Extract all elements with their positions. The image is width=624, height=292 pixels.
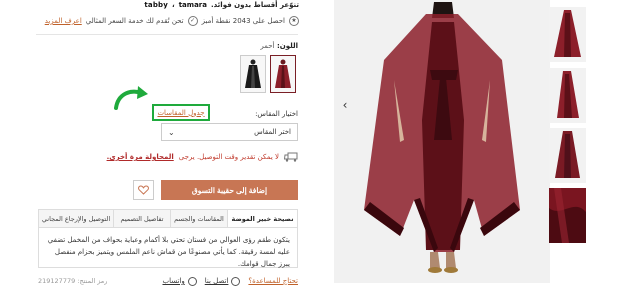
size-guide-link[interactable]: جدول المقاسات <box>152 104 210 121</box>
learn-more-link[interactable]: اعرف المزيد <box>45 17 82 25</box>
red-abaya-thumb-icon <box>275 59 291 88</box>
tab-delivery-returns[interactable]: التوصيل والإرجاع المجاني <box>39 210 113 227</box>
phone-icon <box>231 276 241 286</box>
arrow-pointer-icon <box>114 86 148 110</box>
abaya-photo-icon <box>334 0 550 283</box>
points-row: ★ احصل على 2043 نقطة أمبز ✓ تحن تُقدم لك… <box>25 15 299 27</box>
tamara-logo[interactable]: tamara <box>179 1 207 9</box>
delivery-message: لا يمكن تقدير وقت التوصيل. يرجى <box>178 153 279 161</box>
retry-link[interactable]: المحاولة مرة أخرى. <box>107 153 174 161</box>
color-swatch-black[interactable] <box>240 55 266 93</box>
black-abaya-thumb-icon <box>245 59 261 88</box>
points-text: احصل على 2043 نقطة أمبز <box>201 17 285 25</box>
best-price-icon: ✓ <box>187 16 198 26</box>
thumbnail-back[interactable] <box>549 128 586 183</box>
color-label: اللون: أحمر <box>260 42 298 50</box>
fabric-detail-thumb-icon <box>549 188 586 243</box>
thumbnail-front[interactable] <box>549 7 586 62</box>
truck-icon <box>284 152 298 162</box>
abaya-back-thumb-icon <box>555 131 580 178</box>
points-icon: ★ <box>289 16 299 26</box>
tab-design-details[interactable]: تفاصيل التصميم <box>113 210 170 227</box>
add-to-bag-button[interactable]: إضافة إلى حقيبة التسوق <box>161 180 298 200</box>
help-question: تحتاج للمساعدة؟ <box>248 277 298 285</box>
main-product-image[interactable] <box>334 0 550 283</box>
delivery-notice: لا يمكن تقدير وقت التوصيل. يرجى المحاولة… <box>107 152 298 162</box>
installments-headline: تنوّعر أقساط بدون فوائد. <box>210 1 299 9</box>
installments-row: تنوّعر أقساط بدون فوائد. tamara ، tabby <box>144 1 299 9</box>
whatsapp-link[interactable]: واتساب <box>162 276 197 286</box>
previous-image-arrow[interactable]: ‹ <box>339 97 351 113</box>
size-select-placeholder: اختر المقاس <box>254 128 291 136</box>
tab-expert-advice[interactable]: نصيحة خبير الموضة <box>227 210 297 227</box>
tab-description: يتكون طقم رؤى العوالي من فستان تحتي بلا … <box>38 228 298 268</box>
divider <box>36 34 298 35</box>
product-code: رمز المنتج: 219127779 <box>38 277 108 285</box>
chevron-down-icon: ⌄ <box>168 127 175 137</box>
best-price-text: تحن تُقدم لك خدمة السعر المثالي <box>85 17 184 25</box>
size-label: اختيار المقاس: <box>255 110 298 118</box>
thumbnail-side[interactable] <box>549 68 586 123</box>
color-swatch-red[interactable] <box>270 55 296 93</box>
product-tabs: نصيحة خبير الموضة المقاسات والجسم تفاصيل… <box>38 209 298 228</box>
color-value: أحمر <box>260 42 275 50</box>
tabby-logo[interactable]: tabby <box>144 1 168 9</box>
whatsapp-icon <box>187 276 197 286</box>
call-us-link[interactable]: اتصل بنا <box>205 276 241 286</box>
tab-size-fit[interactable]: المقاسات والجسم <box>170 210 227 227</box>
wishlist-button[interactable] <box>133 180 154 200</box>
help-row: تحتاج للمساعدة؟ اتصل بنا واتساب رمز المن… <box>38 275 298 287</box>
heart-icon <box>138 185 149 195</box>
thumbnail-detail[interactable] <box>549 188 586 243</box>
abaya-front-thumb-icon <box>554 10 581 57</box>
size-select[interactable]: اختر المقاس ⌄ <box>161 123 298 141</box>
abaya-side-thumb-icon <box>557 71 579 118</box>
